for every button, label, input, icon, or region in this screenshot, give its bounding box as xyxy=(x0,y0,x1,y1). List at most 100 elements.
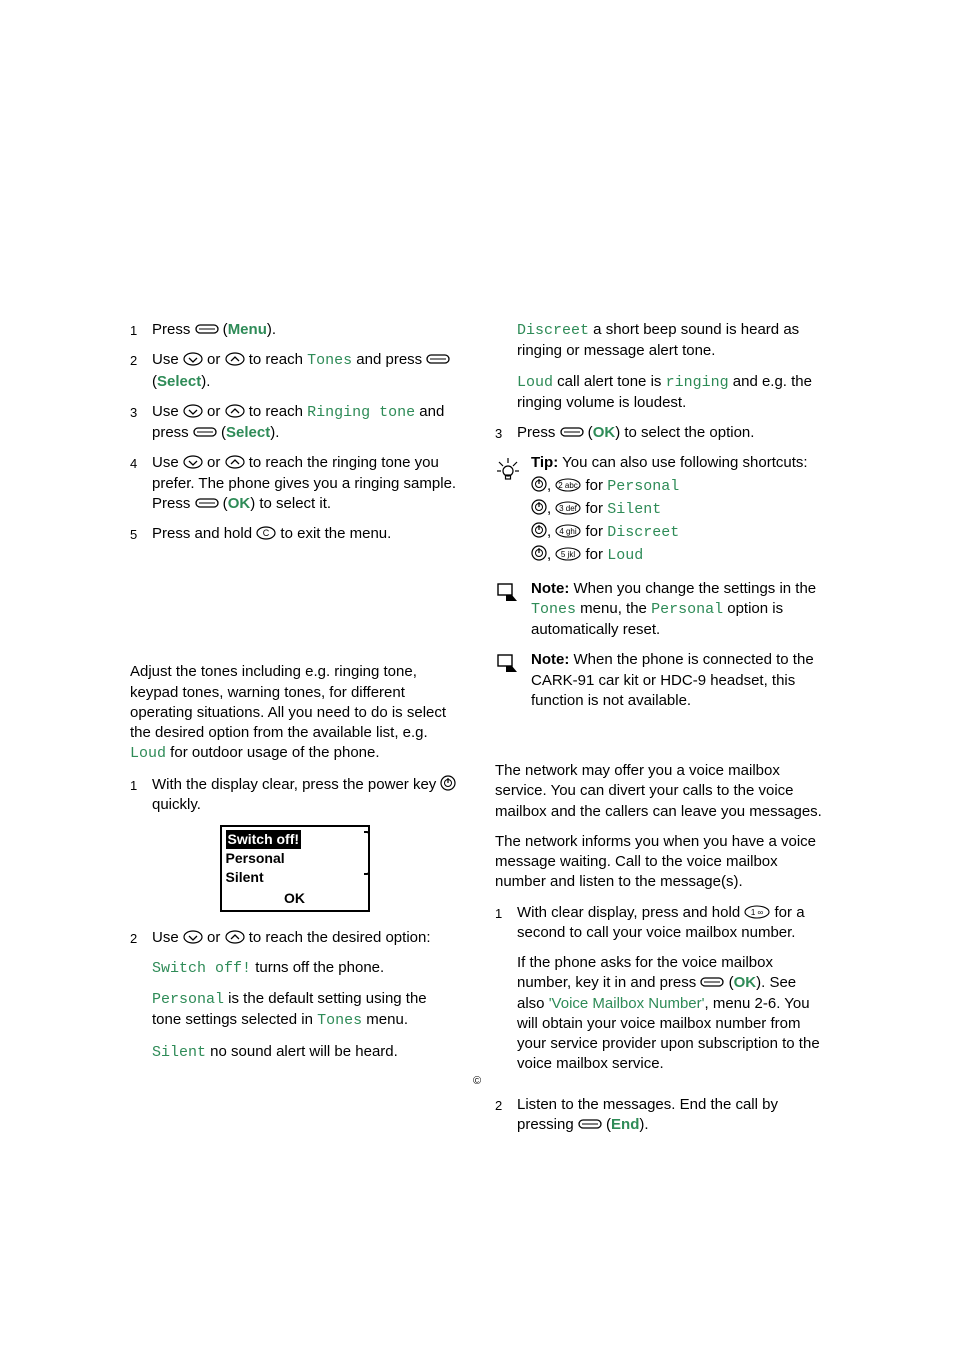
text: for outdoor usage of the phone. xyxy=(166,744,380,761)
phone-screen-illustration: Switch off! Personal Silent OK xyxy=(220,825,370,912)
menu-item: Tones xyxy=(307,352,352,369)
step-number: 2 xyxy=(495,1095,517,1136)
menu-item: Tones xyxy=(531,601,576,618)
text: or xyxy=(207,351,220,368)
shortcut-silent: , 3 def for Silent xyxy=(531,499,824,520)
profile-step-1: 1 With the display clear, press the powe… xyxy=(130,775,459,816)
text: Use xyxy=(152,403,179,420)
vm-step-2: 2 Listen to the messages. End the call b… xyxy=(495,1095,824,1136)
text: When you change the settings in the xyxy=(569,580,816,597)
step-body: Use or to reach the desired option: Swit… xyxy=(152,928,459,1073)
scroll-up-icon xyxy=(225,404,245,418)
softkey-icon xyxy=(193,425,217,439)
vm-step-1: 1 With clear display, press and hold 1 ∞… xyxy=(495,903,824,1085)
option-description: Loud call alert tone is ringing and e.g.… xyxy=(517,372,824,414)
key-2-icon: 2 abc xyxy=(555,478,581,492)
text: ). xyxy=(267,321,276,338)
two-column-layout: 1 Press (Menu). 2 Use or to reach Tones xyxy=(130,320,824,1145)
scroll-down-icon xyxy=(183,352,203,366)
text: to reach xyxy=(249,403,303,420)
step-body: With clear display, press and hold 1 ∞ f… xyxy=(517,903,824,1085)
step-body: Use or to reach Tones and press (Select)… xyxy=(152,350,459,392)
text: or xyxy=(207,403,220,420)
text: ). xyxy=(270,424,279,441)
text: When the phone is connected to the CARK-… xyxy=(531,651,814,709)
note-text: Note: When you change the settings in th… xyxy=(531,579,824,641)
step-number: 4 xyxy=(130,453,152,514)
text: to reach the desired option: xyxy=(249,929,431,946)
softkey-icon xyxy=(700,975,724,989)
text: menu, the xyxy=(576,600,651,617)
screen-line: Personal xyxy=(226,849,364,868)
text: Press and hold xyxy=(152,525,252,542)
key-3-icon: 3 def xyxy=(555,501,581,515)
softkey-icon xyxy=(560,425,584,439)
power-key-icon xyxy=(531,522,547,538)
softkey-icon xyxy=(578,1117,602,1131)
text: Press xyxy=(152,321,190,338)
text: ) to select it. xyxy=(250,495,331,512)
text: With the display clear, press the power … xyxy=(152,776,436,793)
text: for xyxy=(586,523,608,540)
note-icon xyxy=(495,650,523,711)
option-description: Discreet a short beep sound is heard as … xyxy=(517,320,824,362)
step-5: 5 Press and hold to exit the menu. xyxy=(130,524,459,544)
text: Use xyxy=(152,929,179,946)
note-label: Note: xyxy=(531,651,569,668)
step-body: Press (OK) to select the option. xyxy=(517,423,824,443)
step-number: 5 xyxy=(130,524,152,544)
softkey-icon xyxy=(195,496,219,510)
screen-line-selected: Switch off! xyxy=(226,830,302,849)
left-column: 1 Press (Menu). 2 Use or to reach Tones xyxy=(130,320,459,1145)
manual-page: 1 Press (Menu). 2 Use or to reach Tones xyxy=(0,0,954,1351)
option: Silent xyxy=(607,501,661,518)
softkey-label: OK xyxy=(228,495,251,512)
text: call alert tone is xyxy=(553,373,666,390)
svg-text:1 ∞: 1 ∞ xyxy=(751,908,764,917)
text: for xyxy=(586,546,608,563)
text: and press xyxy=(356,351,422,368)
scroll-down-icon xyxy=(183,930,203,944)
text: Use xyxy=(152,454,179,471)
svg-text:3 def: 3 def xyxy=(559,504,578,513)
tip-label: Tip: xyxy=(531,454,558,471)
text: to reach xyxy=(249,351,303,368)
option: Personal xyxy=(607,478,679,495)
tip-icon xyxy=(495,453,523,568)
softkey-label: Select xyxy=(226,424,270,441)
note-label: Note: xyxy=(531,580,569,597)
text: ). xyxy=(201,373,210,390)
text: Use xyxy=(152,351,179,368)
step-1: 1 Press (Menu). xyxy=(130,320,459,340)
note-box-1: Note: When you change the settings in th… xyxy=(495,579,824,641)
svg-text:5 jkl: 5 jkl xyxy=(561,550,575,559)
text: or xyxy=(207,454,220,471)
step-number: 1 xyxy=(130,775,152,816)
option: Discreet xyxy=(607,524,679,541)
note-icon xyxy=(495,579,523,641)
tip-text: Tip: You can also use following shortcut… xyxy=(531,453,824,568)
softkey-label: Menu xyxy=(228,321,267,338)
step-body: Listen to the messages. End the call by … xyxy=(517,1095,824,1136)
option: ringing xyxy=(666,374,729,391)
text: turns off the phone. xyxy=(251,959,384,976)
key-1-icon: 1 ∞ xyxy=(744,905,770,919)
option: Switch off! xyxy=(152,960,251,977)
screen-line: Silent xyxy=(226,868,364,887)
text: You can also use following shortcuts: xyxy=(558,454,807,471)
softkey-label: End xyxy=(611,1116,639,1133)
right-column: Discreet a short beep sound is heard as … xyxy=(495,320,824,1145)
step-3: 3 Use or to reach Ringing tone and press… xyxy=(130,402,459,444)
step-body: With the display clear, press the power … xyxy=(152,775,459,816)
softkey-label: OK xyxy=(734,974,757,991)
right-step-3: 3 Press (OK) to select the option. xyxy=(495,423,824,443)
tip-box: Tip: You can also use following shortcut… xyxy=(495,453,824,568)
power-key-icon xyxy=(531,545,547,561)
step-number: 2 xyxy=(130,928,152,1073)
step-body: Use or to reach Ringing tone and press (… xyxy=(152,402,459,444)
svg-text:2 abc: 2 abc xyxy=(559,481,579,490)
spacer xyxy=(495,721,824,761)
key-4-icon: 4 ghi xyxy=(555,524,581,538)
screen-softkey: OK xyxy=(226,889,364,908)
menu-item: Ringing tone xyxy=(307,404,415,421)
